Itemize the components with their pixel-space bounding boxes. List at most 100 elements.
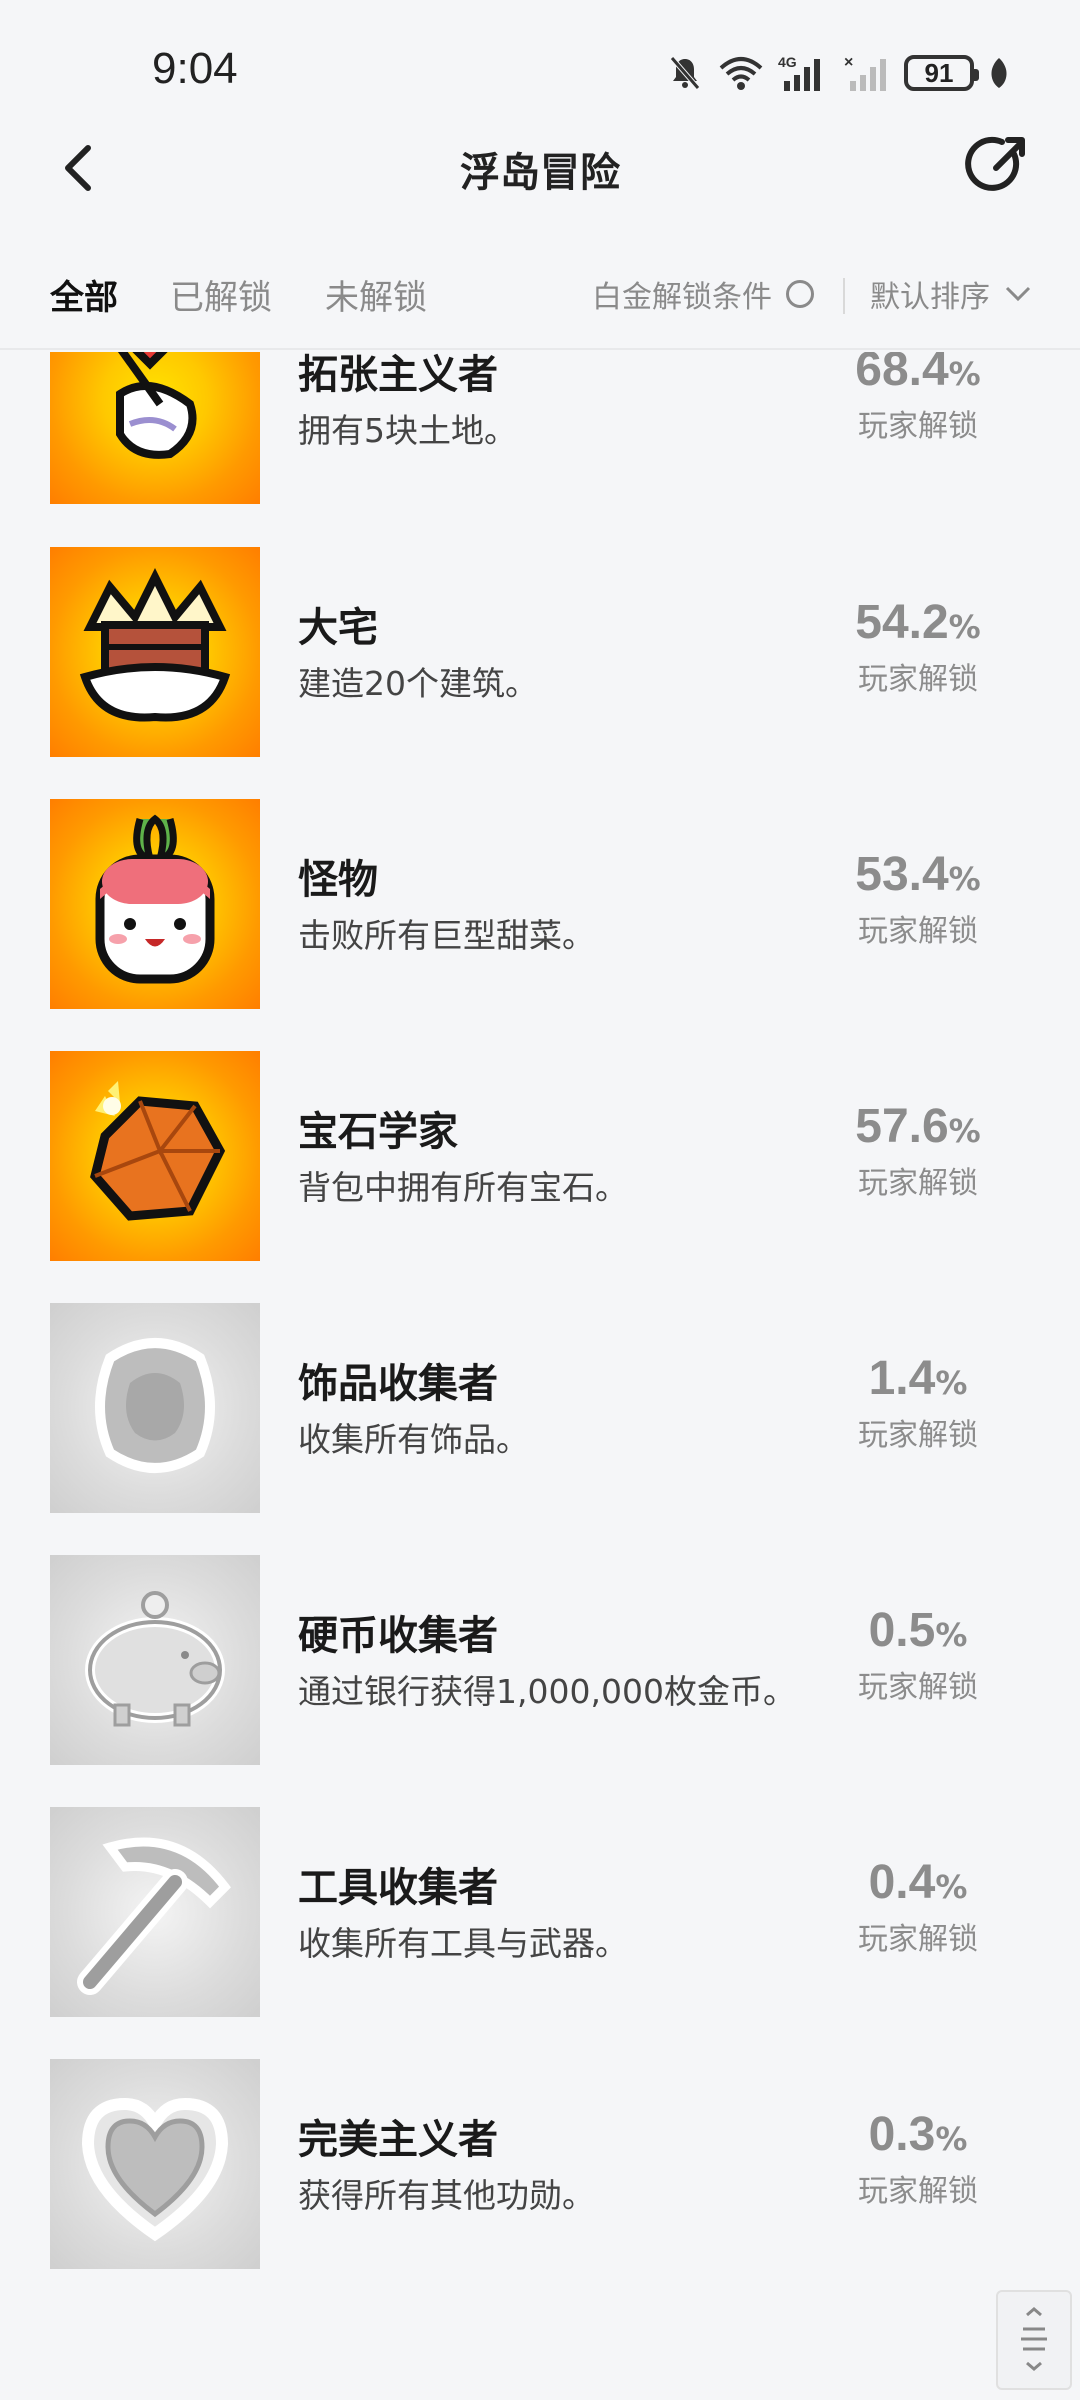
heart-icon [81,2097,229,2242]
signal-4g-icon: 4G [778,54,820,91]
unlock-label: 玩家解锁 [858,1922,978,1957]
sort-dropdown[interactable]: 默认排序 [870,272,1032,316]
percent-sign: % [948,860,981,898]
tab-all[interactable]: 全部 [50,270,118,319]
unlock-stat: 1.4% 玩家解锁 [818,1351,1018,1454]
platinum-condition-toggle[interactable]: 白金解锁条件 [592,272,814,316]
achievement-thumbnail [50,1555,260,1765]
unlock-label: 玩家解锁 [858,1418,978,1453]
wifi-icon [719,57,763,90]
percent-sign: % [935,1364,968,1402]
platinum-condition-label: 白金解锁条件 [592,280,772,315]
achievement-thumbnail [50,1807,260,2017]
unlock-percentage: 1.4 [868,1352,936,1405]
flag-hand-icon [116,352,197,459]
filter-divider [843,278,845,314]
unlock-label: 玩家解锁 [858,1166,978,1201]
chevron-down-icon [1005,286,1031,302]
pickaxe-icon [77,1837,231,1995]
achievement-description: 收集所有饰品。 [298,1420,529,1459]
percent-sign: % [948,355,981,393]
piggy-bank-icon [85,1591,225,1727]
share-icon [965,136,1025,191]
scroll-arrows-icon [1021,2307,1047,2371]
achievement-thumbnail [50,547,260,757]
unlock-label: 玩家解锁 [858,914,978,949]
achievement-description: 建造20个建筑。 [298,664,538,703]
unlock-stat: 0.3% 玩家解锁 [818,2107,1018,2210]
status-time: 9:04 [152,44,238,93]
percent-sign: % [948,1112,981,1150]
list-item[interactable]: 工具收集者 收集所有工具与武器。 0.4% 玩家解锁 [0,1807,1080,2017]
trinket-icon [95,1338,215,1473]
radio-circle-icon [786,280,814,308]
list-item[interactable]: 大宅 建造20个建筑。 54.2% 玩家解锁 [0,547,1080,757]
gem-icon [90,1081,226,1221]
achievement-description: 拥有5块土地。 [298,411,517,450]
achievement-title: 怪物 [298,857,378,903]
unlock-stat: 53.4% 玩家解锁 [818,847,1018,950]
list-item[interactable]: 怪物 击败所有巨型甜菜。 53.4% 玩家解锁 [0,799,1080,1009]
achievement-description: 背包中拥有所有宝石。 [298,1168,628,1207]
status-icons: 4G × 91 [666,48,1010,98]
top-header: 浮岛冒险 [0,120,1080,220]
list-item[interactable]: 硬币收集者 通过银行获得1,000,000枚金币。 0.5% 玩家解锁 [0,1555,1080,1765]
achievement-title: 完美主义者 [298,2117,498,2163]
list-item[interactable]: 饰品收集者 收集所有饰品。 1.4% 玩家解锁 [0,1303,1080,1513]
list-item[interactable]: 拓张主义者 拥有5块土地。 68.4% 玩家解锁 [0,352,1080,504]
tab-unlocked[interactable]: 已解锁 [170,270,272,319]
unlock-stat: 68.4% 玩家解锁 [818,352,1018,445]
achievement-description: 收集所有工具与武器。 [298,1924,628,1963]
page-title: 浮岛冒险 [460,150,620,196]
unlock-percentage: 54.2 [855,596,949,649]
unlock-stat: 54.2% 玩家解锁 [818,595,1018,698]
achievement-title: 拓张主义者 [298,352,498,398]
svg-text:×: × [844,54,853,71]
unlock-stat: 57.6% 玩家解锁 [818,1099,1018,1202]
achievement-thumbnail [50,1303,260,1513]
mute-bell-icon [670,56,700,90]
share-button[interactable] [964,132,1032,200]
percent-sign: % [935,2120,968,2158]
unlock-label: 玩家解锁 [858,2174,978,2209]
scroll-handle[interactable] [996,2290,1072,2390]
list-item[interactable]: 宝石学家 背包中拥有所有宝石。 57.6% 玩家解锁 [0,1051,1080,1261]
achievement-title: 大宅 [298,605,378,651]
achievement-description: 通过银行获得1,000,000枚金币。 [298,1672,796,1711]
percent-sign: % [948,608,981,646]
achievement-title: 饰品收集者 [298,1361,498,1407]
achievement-list[interactable]: 拓张主义者 拥有5块土地。 68.4% 玩家解锁 大宅 建造20个建筑。 54.… [0,352,1080,2400]
unlock-percentage: 0.3 [868,2108,936,2161]
leaf-icon [991,58,1007,88]
achievement-title: 工具收集者 [298,1865,498,1911]
status-bar: 9:04 4G × 91 [0,0,1080,140]
achievement-title: 硬币收集者 [298,1613,498,1659]
percent-sign: % [935,1868,968,1906]
unlock-percentage: 68.4 [855,352,949,396]
unlock-percentage: 0.5 [868,1604,936,1657]
percent-sign: % [935,1616,968,1654]
achievement-description: 击败所有巨型甜菜。 [298,916,595,955]
achievement-description: 获得所有其他功勋。 [298,2176,595,2215]
battery-indicator: 91 [904,55,979,91]
signal-nosim-icon: × [844,54,886,91]
unlock-percentage: 53.4 [855,848,949,901]
achievement-thumbnail [50,2059,260,2269]
svg-text:4G: 4G [778,54,797,70]
unlock-stat: 0.4% 玩家解锁 [818,1855,1018,1958]
tab-locked[interactable]: 未解锁 [325,270,427,319]
crown-chest-icon [79,568,231,722]
filter-tabs-row: 全部 已解锁 未解锁 白金解锁条件 默认排序 [0,250,1080,350]
unlock-label: 玩家解锁 [858,1670,978,1705]
beet-monster-icon [95,814,215,984]
list-item[interactable]: 完美主义者 获得所有其他功勋。 0.3% 玩家解锁 [0,2059,1080,2269]
achievement-thumbnail [50,799,260,1009]
battery-level: 91 [924,57,954,88]
sort-label: 默认排序 [870,280,990,315]
achievement-thumbnail [50,1051,260,1261]
unlock-label: 玩家解锁 [858,409,978,444]
unlock-stat: 0.5% 玩家解锁 [818,1603,1018,1706]
unlock-label: 玩家解锁 [858,662,978,697]
achievement-title: 宝石学家 [298,1109,458,1155]
achievement-thumbnail [50,352,260,504]
